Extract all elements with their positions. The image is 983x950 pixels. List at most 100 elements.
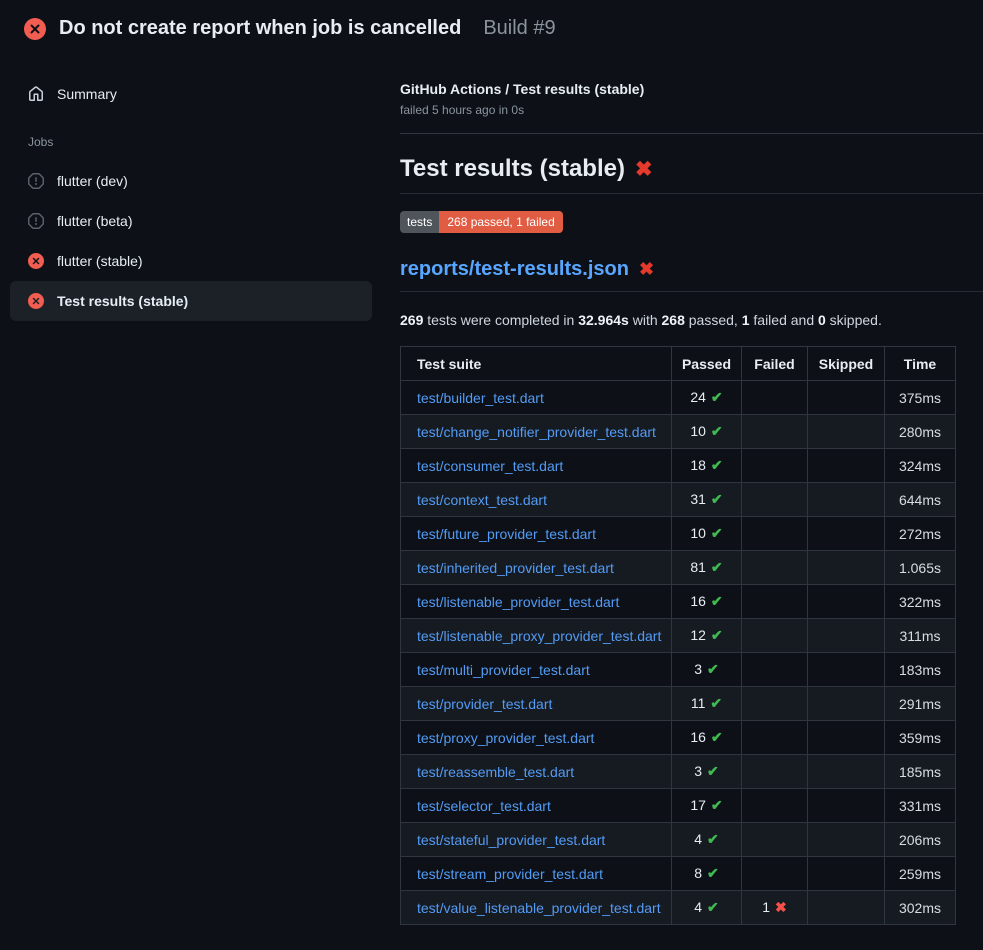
failed-cell [742,721,808,755]
sidebar-item-flutter-dev[interactable]: flutter (dev) [10,161,372,201]
cross-mark-icon: ✖ [639,259,654,280]
check-icon: ✔ [710,695,722,711]
sidebar-item-summary[interactable]: Summary [28,81,382,107]
test-suite-link[interactable]: test/consumer_test.dart [417,458,563,474]
test-suite-cell: test/consumer_test.dart [401,449,672,483]
failed-x-circle-icon [28,253,44,269]
check-icon: ✔ [711,729,723,745]
table-header-row: Test suite Passed Failed Skipped Time [401,347,956,381]
skipped-cell [808,551,885,585]
run-meta: failed 5 hours ago in 0s [400,103,983,117]
failed-cell [742,517,808,551]
breadcrumb: GitHub Actions / Test results (stable) [400,81,983,97]
test-suite-cell: test/proxy_provider_test.dart [401,721,672,755]
test-suite-cell: test/future_provider_test.dart [401,517,672,551]
time-cell: 375ms [885,381,956,415]
count-value: 10 [690,525,706,541]
test-suite-link[interactable]: test/listenable_provider_test.dart [417,594,619,610]
passed-cell: 3✔ [672,755,742,789]
table-row: test/provider_test.dart11✔291ms [401,687,956,721]
test-suite-cell: test/selector_test.dart [401,789,672,823]
skipped-cell [808,857,885,891]
count-value: 17 [690,797,706,813]
time-cell: 644ms [885,483,956,517]
test-suite-link[interactable]: test/inherited_provider_test.dart [417,560,614,576]
run-header: Do not create report when job is cancell… [0,0,983,40]
test-suite-cell: test/listenable_proxy_provider_test.dart [401,619,672,653]
test-suite-link[interactable]: test/future_provider_test.dart [417,526,596,542]
job-label: flutter (beta) [57,213,132,229]
count-value: 3 [694,763,702,779]
count-value: 1 [762,899,770,915]
sidebar-item-flutter-stable[interactable]: flutter (stable) [10,241,372,281]
passed-cell: 3✔ [672,653,742,687]
report-heading-link[interactable]: reports/test-results.json [400,258,629,281]
table-row: test/inherited_provider_test.dart81✔1.06… [401,551,956,585]
table-row: test/proxy_provider_test.dart 16 ✔ 359ms [401,721,956,755]
count-value: 4 [694,831,702,847]
skipped-cell [808,381,885,415]
table-row: test/listenable_provider_test.dart16✔322… [401,585,956,619]
test-suite-link[interactable]: test/change_notifier_provider_test.dart [417,424,656,440]
summary-segment: skipped. [826,312,882,328]
test-suite-link[interactable]: test/multi_provider_test.dart [417,662,590,678]
failed-cell [742,449,808,483]
table-row: test/stateful_provider_test.dart4✔206ms [401,823,956,857]
skipped-cell [808,449,885,483]
test-suite-link[interactable]: test/builder_test.dart [417,390,544,406]
time-cell: 291ms [885,687,956,721]
count-value: 3 [694,661,702,677]
time-cell: 259ms [885,857,956,891]
failed-cell [742,755,808,789]
passed-cell: 8✔ [672,857,742,891]
time-cell: 359ms [885,721,956,755]
column-header-passed: Passed [672,347,742,381]
sidebar-item-test-results-stable[interactable]: Test results (stable) [10,281,372,321]
test-suite-link[interactable]: test/proxy_provider_test.dart [417,730,594,746]
failed-cell [742,381,808,415]
test-suite-link[interactable]: test/listenable_proxy_provider_test.dart [417,628,661,644]
test-suite-link[interactable]: test/stream_provider_test.dart [417,866,603,882]
check-icon: ✔ [707,865,719,881]
column-header-skipped: Skipped [808,347,885,381]
time-cell: 324ms [885,449,956,483]
tests-badge[interactable]: tests 268 passed, 1 failed [400,211,563,233]
count-value: 81 [690,559,706,575]
passed-cell: 81✔ [672,551,742,585]
results-table-body: test/builder_test.dart24✔375mstest/chang… [401,381,956,925]
skipped-cell [808,415,885,449]
check-icon: ✔ [711,627,723,643]
passed-cell: 12✔ [672,619,742,653]
test-suite-link[interactable]: test/stateful_provider_test.dart [417,832,605,848]
test-suite-link[interactable]: test/reassemble_test.dart [417,764,574,780]
skipped-cell [808,483,885,517]
test-suite-link[interactable]: test/context_test.dart [417,492,547,508]
failed-x-circle-icon [24,18,46,40]
section-heading-text: Test results (stable) [400,155,625,183]
passed-cell: 17✔ [672,789,742,823]
count-value: 16 [690,729,706,745]
test-suite-link[interactable]: test/selector_test.dart [417,798,551,814]
sidebar-item-flutter-beta[interactable]: flutter (beta) [10,201,372,241]
skipped-cell [808,789,885,823]
test-suite-cell: test/change_notifier_provider_test.dart [401,415,672,449]
test-suite-link[interactable]: test/value_listenable_provider_test.dart [417,900,661,916]
test-suite-cell: test/builder_test.dart [401,381,672,415]
failed-cell [742,857,808,891]
table-row: test/future_provider_test.dart10✔272ms [401,517,956,551]
summary-segment: 1 [742,312,750,328]
summary-segment: 0 [818,312,826,328]
check-icon: ✔ [707,899,719,915]
passed-cell: 10 ✔ [672,415,742,449]
passed-cell: 4✔ [672,823,742,857]
section-heading: Test results (stable) ✖ [400,155,983,194]
failed-cell [742,789,808,823]
check-icon: ✔ [711,423,723,439]
count-value: 10 [690,423,706,439]
test-suite-cell: test/listenable_provider_test.dart [401,585,672,619]
test-suite-link[interactable]: test/provider_test.dart [417,696,552,712]
failed-cell [742,585,808,619]
test-suite-cell: test/multi_provider_test.dart [401,653,672,687]
time-cell: 311ms [885,619,956,653]
summary-segment: passed, [685,312,742,328]
